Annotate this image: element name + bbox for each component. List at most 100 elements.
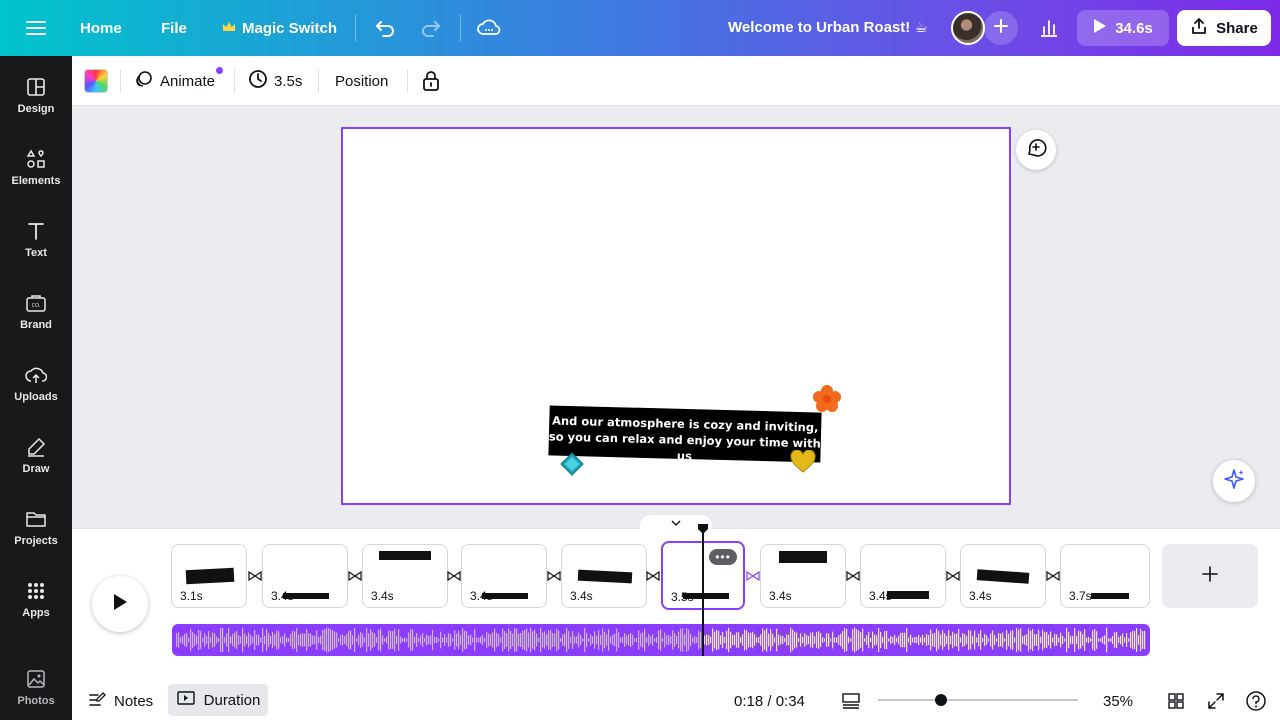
audio-track[interactable] (172, 624, 1150, 656)
home-button[interactable]: Home (76, 14, 126, 42)
transition-icon[interactable] (845, 568, 861, 584)
page-thumbnail[interactable]: 3.4s (362, 544, 448, 608)
undo-icon[interactable] (371, 14, 399, 42)
waveform-bar (890, 635, 892, 645)
page-thumbnail[interactable]: 3.4s (461, 544, 547, 608)
transition-icon[interactable] (1045, 568, 1061, 584)
page-duration: 3.4s (271, 589, 294, 603)
add-page-button[interactable] (1162, 544, 1258, 608)
sidebar-item-brand[interactable]: CO. Brand (0, 285, 72, 349)
waveform-bar (758, 636, 760, 644)
waveform-bar (1110, 638, 1112, 642)
waveform-bar (316, 630, 318, 650)
waveform-bar (628, 634, 630, 646)
timeline-play-button[interactable] (92, 576, 148, 632)
zoom-level[interactable]: 35% (1103, 690, 1133, 712)
avatar[interactable] (951, 11, 985, 45)
waveform-bar (546, 634, 548, 646)
waveform-bar (518, 633, 520, 647)
page-thumbnail[interactable]: 3.4s (561, 544, 647, 608)
page-thumbnail[interactable]: 3.4s (760, 544, 846, 608)
transition-icon[interactable] (546, 568, 562, 584)
transition-icon[interactable] (645, 568, 661, 584)
magic-assistant-button[interactable] (1212, 459, 1256, 503)
waveform-bar (242, 627, 244, 653)
waveform-bar (210, 636, 212, 644)
caption-text[interactable]: And our atmosphere is cozy and inviting,… (549, 414, 821, 464)
gem-sticker-icon[interactable] (559, 451, 585, 482)
zoom-slider-handle[interactable] (935, 694, 947, 706)
waveform-bar (624, 633, 626, 647)
notes-button[interactable]: Notes (88, 690, 153, 712)
duration-button[interactable]: 3.5s (248, 70, 302, 92)
waveform-bar (492, 632, 494, 648)
zoom-slider-track[interactable] (878, 699, 1078, 701)
flower-sticker-icon[interactable] (813, 385, 841, 418)
waveform-bar (306, 629, 308, 651)
share-button[interactable]: Share (1177, 10, 1271, 46)
page-options-icon[interactable]: ••• (709, 549, 737, 565)
duration-toggle-button[interactable]: Duration (168, 684, 268, 716)
sidebar-item-design[interactable]: Design (0, 69, 72, 133)
help-icon[interactable] (1245, 690, 1267, 712)
document-title[interactable]: Welcome to Urban Roast! ☕ (728, 18, 928, 36)
thumb-caption (887, 591, 929, 599)
sidebar-item-uploads[interactable]: Uploads (0, 357, 72, 421)
caption-text-box[interactable]: And our atmosphere is cozy and inviting,… (548, 405, 822, 464)
file-menu-button[interactable]: File (157, 14, 191, 42)
page-thumbnail[interactable]: 3.4s (860, 544, 946, 608)
waveform-bar (412, 629, 414, 651)
fullscreen-icon[interactable] (1207, 690, 1225, 712)
waveform-bar (864, 638, 866, 642)
sidebar-item-elements[interactable]: Elements (0, 141, 72, 205)
share-icon (1190, 17, 1208, 39)
waveform-bar (362, 633, 364, 647)
sidebar-item-draw[interactable]: Draw (0, 429, 72, 493)
waveform-bar (926, 633, 928, 647)
waveform-bar (494, 628, 496, 652)
redo-icon[interactable] (417, 14, 445, 42)
color-swatch[interactable] (84, 69, 108, 93)
magic-switch-button[interactable]: Magic Switch (218, 14, 341, 42)
playhead-handle[interactable] (697, 522, 709, 534)
lock-icon[interactable] (422, 70, 440, 92)
cloud-saved-icon[interactable] (475, 14, 503, 42)
waveform-bar (778, 634, 780, 646)
waveform-bar (1006, 629, 1008, 651)
waveform-bar (1084, 629, 1086, 651)
page-thumbnail[interactable]: 3.1s (171, 544, 247, 608)
playhead[interactable] (702, 526, 704, 656)
waveform-bar (356, 638, 358, 642)
transition-icon[interactable] (247, 568, 263, 584)
insights-icon[interactable] (1034, 13, 1064, 43)
position-button[interactable]: Position (335, 70, 388, 92)
animate-button[interactable]: Animate (134, 70, 215, 92)
present-play-button[interactable]: 34.6s (1077, 10, 1169, 46)
waveform-bar (776, 628, 778, 652)
photos-icon (24, 667, 48, 691)
design-canvas[interactable]: And our atmosphere is cozy and inviting,… (341, 127, 1011, 505)
page-thumbnail[interactable]: 3.4s (262, 544, 348, 608)
waveform-bar (1098, 638, 1100, 642)
transition-icon[interactable] (347, 568, 363, 584)
add-collaborator-button[interactable] (984, 11, 1018, 45)
waveform-bar (264, 635, 266, 645)
waveform-bar (534, 629, 536, 651)
heart-sticker-icon[interactable] (790, 449, 816, 479)
transition-icon[interactable] (745, 568, 761, 584)
waveform-bar (556, 628, 558, 652)
sidebar-item-projects[interactable]: Projects (0, 501, 72, 565)
sidebar-item-text[interactable]: Text (0, 213, 72, 277)
sidebar-item-apps[interactable]: Apps (0, 573, 72, 637)
page-thumbnail[interactable]: 3.7s (1060, 544, 1150, 608)
waveform-bar (748, 632, 750, 648)
sidebar-item-photos[interactable]: Photos (0, 661, 72, 720)
transition-icon[interactable] (945, 568, 961, 584)
waveform-bar (800, 633, 802, 647)
transition-icon[interactable] (446, 568, 462, 584)
menu-icon[interactable] (24, 16, 48, 40)
add-comment-button[interactable] (1016, 130, 1056, 170)
page-view-icon[interactable] (841, 690, 861, 712)
grid-view-icon[interactable] (1167, 690, 1185, 712)
page-thumbnail[interactable]: 3.4s (960, 544, 1046, 608)
